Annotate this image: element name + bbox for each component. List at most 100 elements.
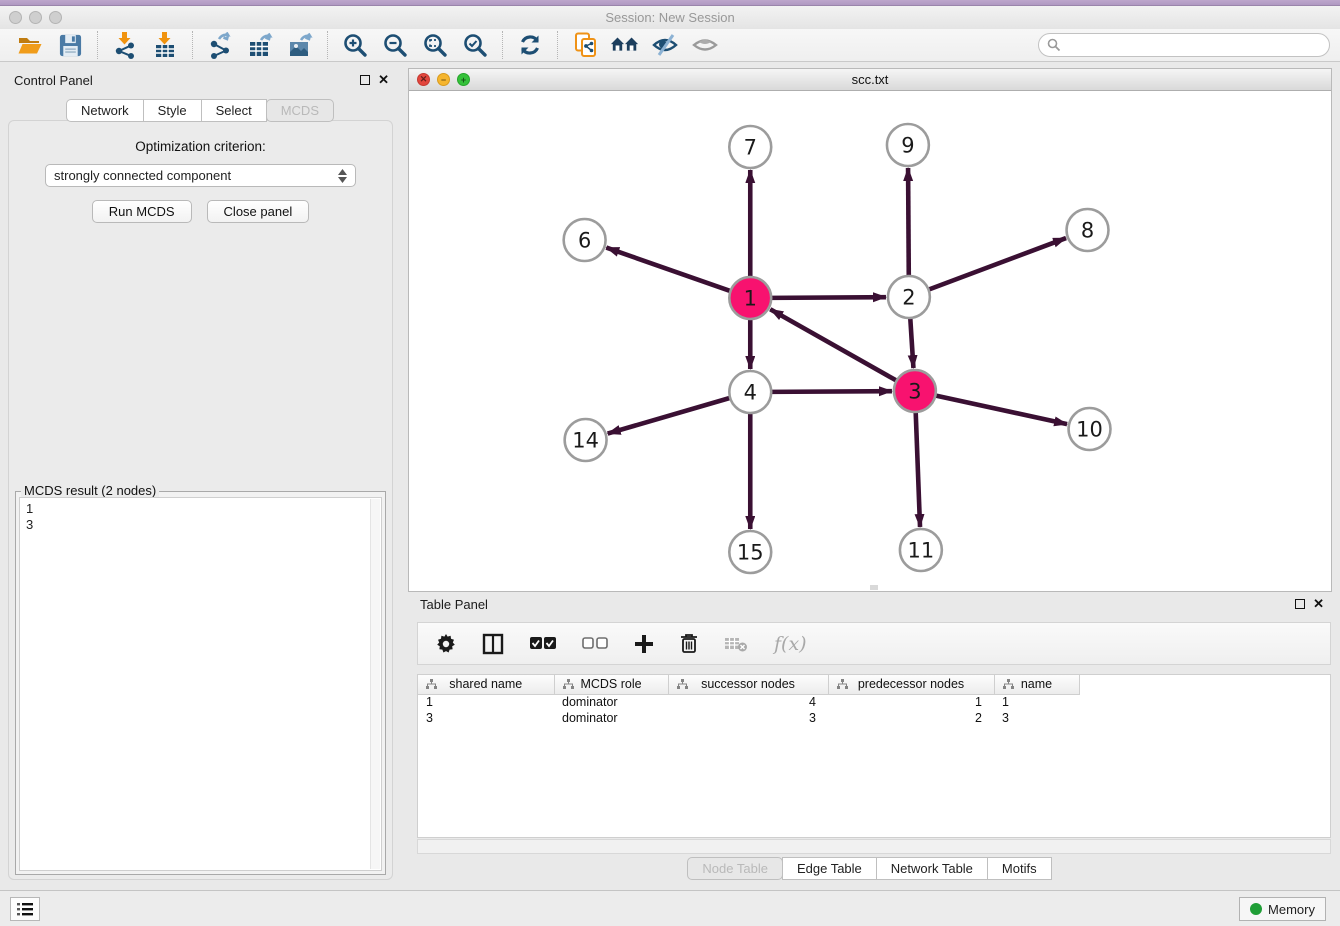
network-graph[interactable]: 7 9 6 8 1 2 4 3 14 10 15 11 [409,91,1331,591]
export-image-button[interactable] [285,31,315,59]
search-input[interactable] [1061,36,1329,54]
refresh-icon [517,32,543,58]
column-tree-icon [1003,679,1014,693]
close-panel-button[interactable]: Close panel [207,200,310,223]
column-header-successor-nodes[interactable]: successor nodes [668,675,828,694]
svg-text:6: 6 [578,228,591,252]
import-network-button[interactable] [110,31,140,59]
table-horizontal-scrollbar[interactable] [417,839,1331,854]
svg-text:11: 11 [908,538,935,562]
graph-node-1[interactable]: 1 [729,277,771,319]
graph-node-7[interactable]: 7 [729,126,771,168]
export-network-button[interactable] [205,31,235,59]
table-settings-button[interactable] [436,634,456,654]
network-canvas[interactable]: 7 9 6 8 1 2 4 3 14 10 15 11 [409,91,1331,591]
graph-edge-2-3[interactable] [910,318,913,368]
float-panel-icon[interactable] [1295,599,1305,609]
show-graphics-button[interactable] [690,31,720,59]
graph-edge-2-8[interactable] [929,238,1066,290]
delete-column-button[interactable] [680,633,698,654]
zoom-fit-button[interactable] [420,31,450,59]
close-panel-icon[interactable]: ✕ [1313,599,1324,609]
graph-edge-3-11[interactable] [916,412,920,527]
graph-node-11[interactable]: 11 [900,529,942,571]
column-header-name[interactable]: name [994,675,1079,694]
graph-edge-3-10[interactable] [935,395,1067,424]
table-row[interactable]: 3 dominator 3 2 3 [418,710,1079,726]
task-history-button[interactable] [10,897,40,921]
tab-style[interactable]: Style [143,99,202,122]
graph-edge-3-1[interactable] [770,309,896,380]
close-window-button[interactable] [9,11,22,24]
zoom-in-button[interactable] [340,31,370,59]
graph-edge-2-9[interactable] [908,168,909,276]
refresh-layout-button[interactable] [515,31,545,59]
delete-table-button[interactable] [724,635,748,653]
memory-button[interactable]: Memory [1239,897,1326,921]
column-header-mcds-role[interactable]: MCDS role [554,675,668,694]
network-minimize-button[interactable]: − [437,73,450,86]
zoom-out-button[interactable] [380,31,410,59]
graph-edge-4-14[interactable] [608,398,730,434]
graph-edge-4-3[interactable] [771,391,892,392]
home-layout-button[interactable] [610,31,640,59]
add-column-button[interactable] [634,634,654,654]
tab-edge-table[interactable]: Edge Table [782,857,877,880]
zoom-window-button[interactable] [49,11,62,24]
search-field[interactable] [1038,33,1330,57]
network-window-titlebar[interactable]: ✕ − + scc.txt [409,69,1331,91]
main-toolbar [0,29,1340,62]
close-panel-icon[interactable]: ✕ [378,75,389,85]
criterion-value: strongly connected component [54,168,231,183]
window-controls[interactable] [9,11,62,24]
float-panel-icon[interactable] [360,75,370,85]
import-table-button[interactable] [150,31,180,59]
tab-mcds[interactable]: MCDS [266,99,334,122]
graph-node-15[interactable]: 15 [729,531,771,573]
network-close-button[interactable]: ✕ [417,73,430,86]
graph-node-14[interactable]: 14 [565,419,607,461]
tab-node-table[interactable]: Node Table [687,857,783,880]
column-selector-button[interactable] [482,633,504,655]
node-table[interactable]: shared name MCDS role succ [417,674,1331,838]
mcds-result-textarea[interactable]: 1 3 [19,497,382,871]
run-mcds-button[interactable]: Run MCDS [92,200,192,223]
tab-network-table[interactable]: Network Table [876,857,988,880]
column-header-shared-name[interactable]: shared name [418,675,554,694]
network-maximize-button[interactable]: + [457,73,470,86]
column-header-predecessor-nodes[interactable]: predecessor nodes [828,675,994,694]
mcds-result-group: MCDS result (2 nodes) 1 3 [15,491,386,875]
graph-node-3[interactable]: 3 [894,370,936,412]
function-builder-button[interactable]: f(x) [774,633,807,655]
export-table-button[interactable] [245,31,275,59]
columns-icon [482,633,504,655]
column-tree-icon [837,679,848,693]
plus-icon [634,634,654,654]
graph-node-2[interactable]: 2 [888,276,930,318]
graph-node-9[interactable]: 9 [887,124,929,166]
list-icon [16,901,34,917]
result-scrollbar[interactable] [370,499,380,869]
graph-node-10[interactable]: 10 [1069,408,1111,450]
search-icon [1047,38,1061,52]
clone-network-button[interactable] [570,31,600,59]
graph-node-6[interactable]: 6 [564,219,606,261]
graph-node-4[interactable]: 4 [729,371,771,413]
save-session-button[interactable] [55,31,85,59]
tab-network[interactable]: Network [66,99,144,122]
open-file-button[interactable] [15,31,45,59]
criterion-select[interactable]: strongly connected component [45,164,356,187]
select-all-button[interactable] [530,637,556,650]
graph-node-8[interactable]: 8 [1067,209,1109,251]
graph-edge-1-2[interactable] [771,297,886,298]
splitter-handle[interactable] [870,585,878,590]
table-row[interactable]: 1 dominator 4 1 1 [418,694,1079,710]
graph-edge-1-6[interactable] [606,248,730,291]
hide-graphics-button[interactable] [650,31,680,59]
tab-select[interactable]: Select [201,99,267,122]
tab-motifs[interactable]: Motifs [987,857,1052,880]
minimize-window-button[interactable] [29,11,42,24]
deselect-all-button[interactable] [582,637,608,650]
network-view-window: ✕ − + scc.txt 7 9 6 8 1 2 4 3 14 10 15 11 [408,68,1332,592]
zoom-selected-button[interactable] [460,31,490,59]
